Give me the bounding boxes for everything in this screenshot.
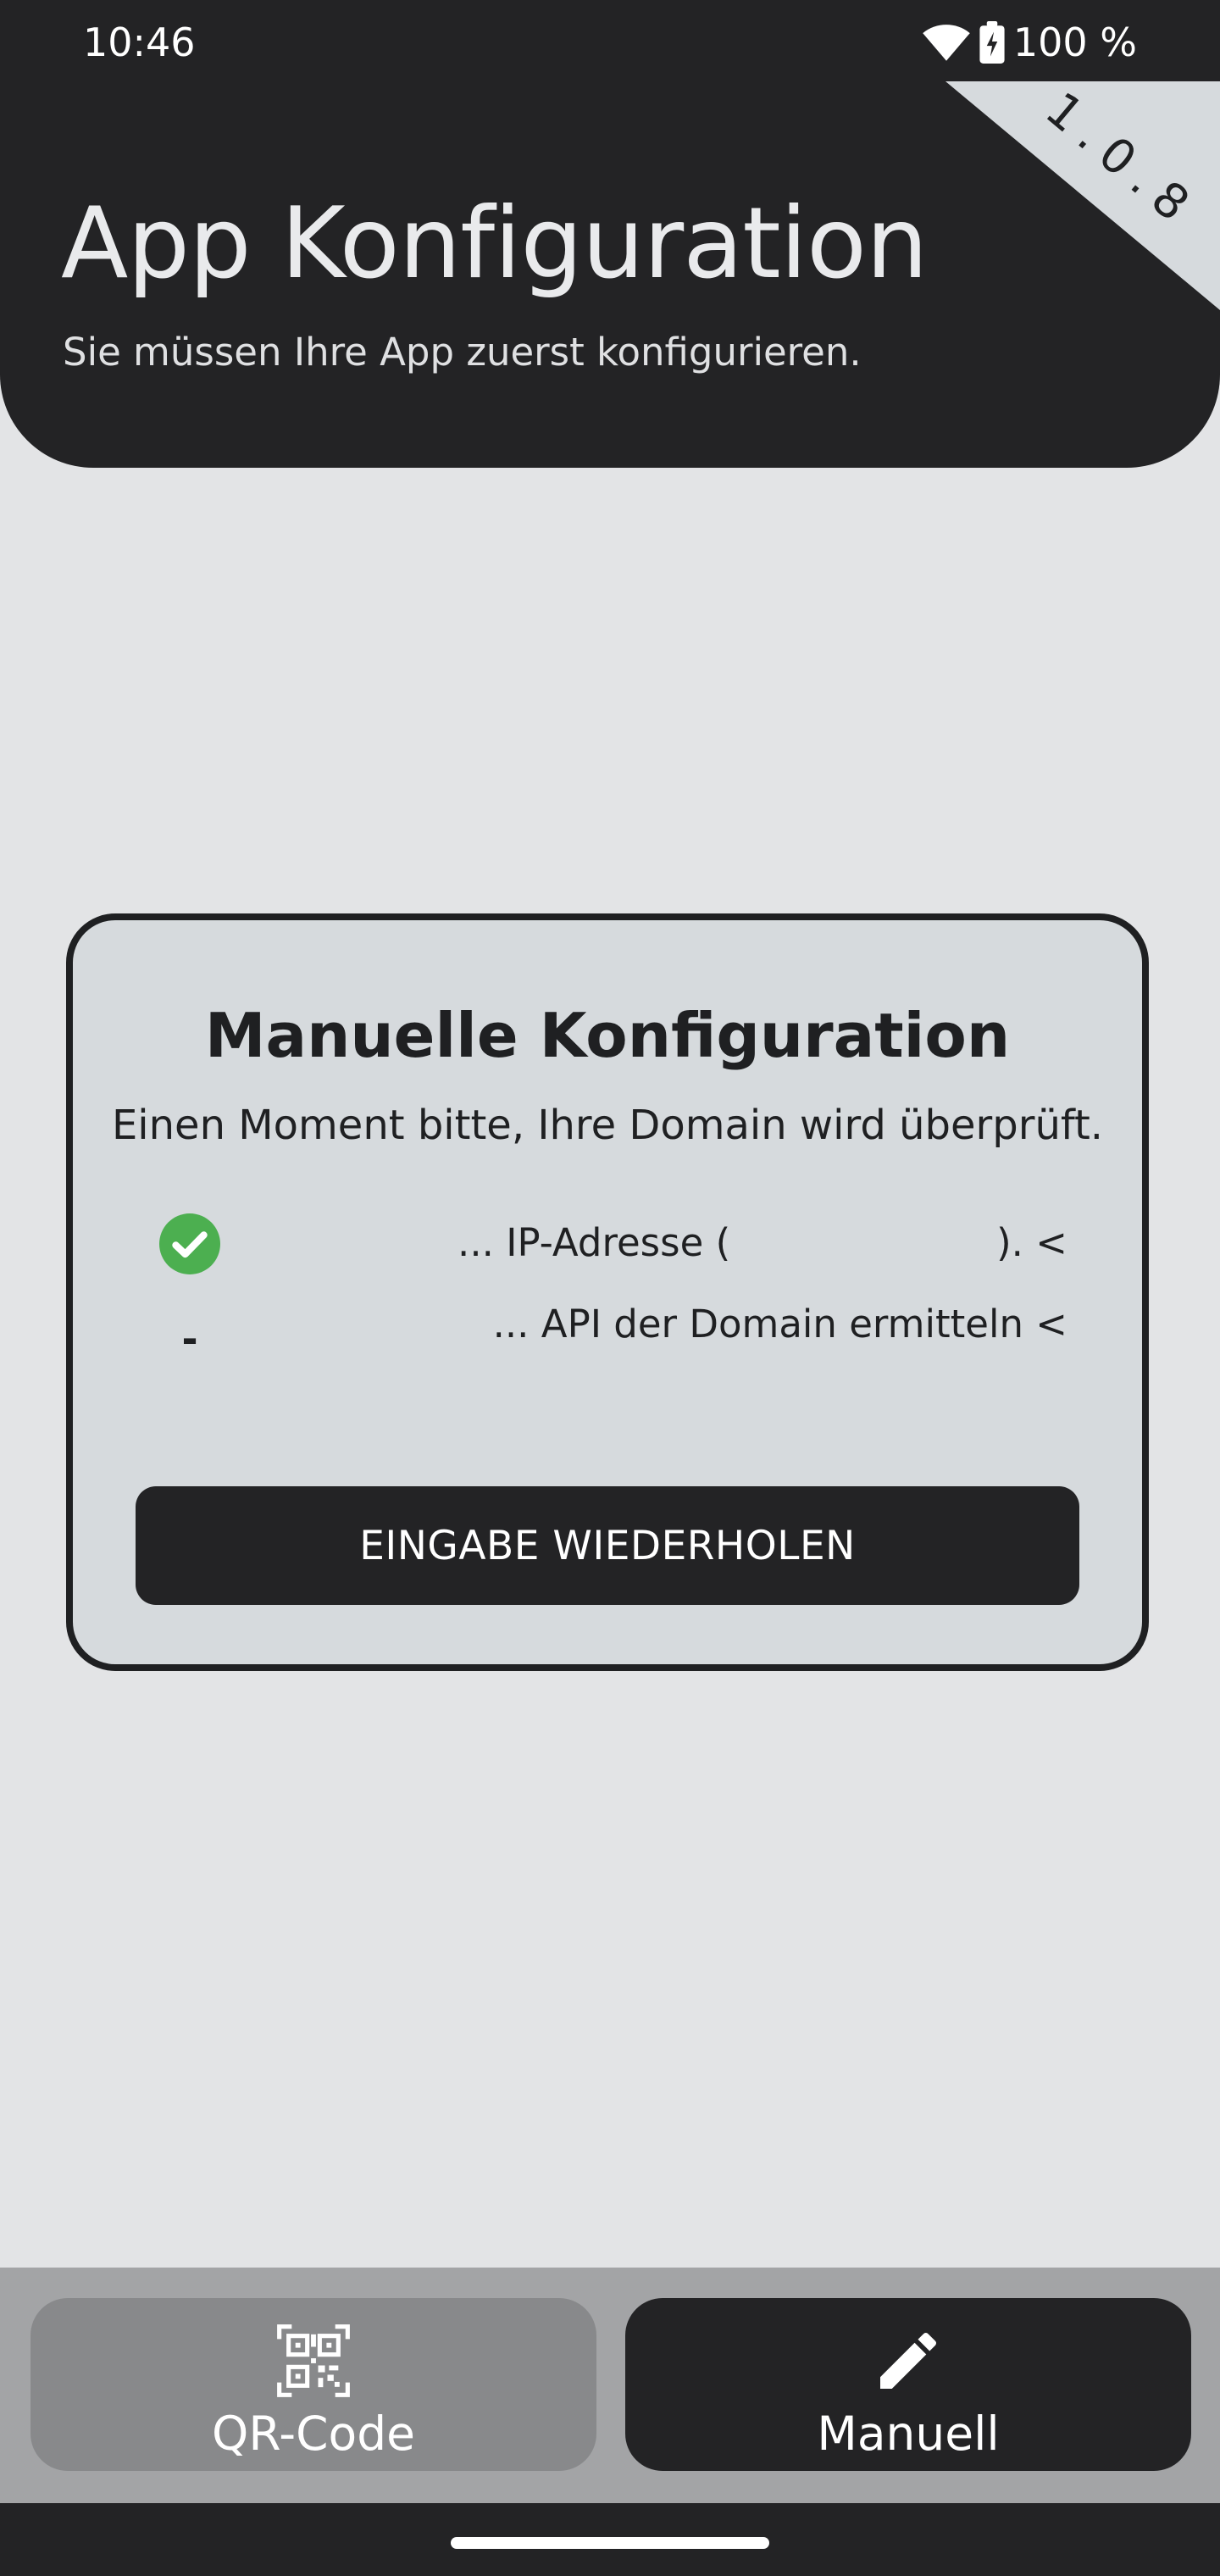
status-bar: 10:46 100 %	[0, 0, 1220, 85]
status-slot: -	[159, 1305, 220, 1373]
system-navigation-bar	[0, 2503, 1220, 2576]
pending-dash: -	[181, 1316, 198, 1362]
battery-charging-icon	[979, 21, 1005, 64]
retry-input-button[interactable]: EINGABE WIEDERHOLEN	[136, 1486, 1079, 1605]
status-slot	[159, 1210, 220, 1278]
redacted-ip	[730, 1222, 996, 1256]
status-indicators: 100 %	[922, 17, 1137, 68]
home-indicator[interactable]	[451, 2537, 769, 2549]
check-text-api: ... API der Domain ermitteln <	[492, 1302, 1068, 1346]
status-time: 10:46	[83, 19, 196, 65]
wifi-icon	[922, 24, 971, 61]
page-subtitle: Sie müssen Ihre App zuerst konfigurieren…	[63, 330, 862, 375]
card-title: Manuelle Konfiguration	[204, 1000, 1011, 1071]
check-row-ip-address: ... IP-Adresse ( ). <	[159, 1210, 1068, 1278]
card-message: Einen Moment bitte, Ihre Domain wird übe…	[111, 1102, 1104, 1149]
check-row-api: - ... API der Domain ermitteln <	[159, 1291, 1068, 1362]
tab-label: Manuell	[817, 2407, 1000, 2461]
pencil-icon	[880, 2332, 937, 2389]
check-circle-icon	[159, 1213, 220, 1274]
check-text-after: ). <	[996, 1220, 1068, 1265]
app-header: 1.0.8 App Konfiguration Sie müssen Ihre …	[0, 81, 1220, 468]
tab-qr-code[interactable]: QR-Code	[30, 2298, 596, 2471]
page-title: App Konfiguration	[61, 186, 928, 301]
check-text-before: ... IP-Adresse (	[458, 1220, 731, 1265]
tab-label: QR-Code	[212, 2407, 415, 2461]
bottom-navigation: QR-Code Manuell	[0, 2268, 1220, 2503]
battery-percentage: 100 %	[1012, 19, 1137, 65]
check-text-ip-address: ... IP-Adresse ( ). <	[458, 1219, 1068, 1268]
manual-configuration-card: Manuelle Konfiguration Einen Moment bitt…	[66, 913, 1149, 1671]
tab-manual[interactable]: Manuell	[625, 2298, 1191, 2471]
qr-code-icon	[277, 2324, 350, 2397]
